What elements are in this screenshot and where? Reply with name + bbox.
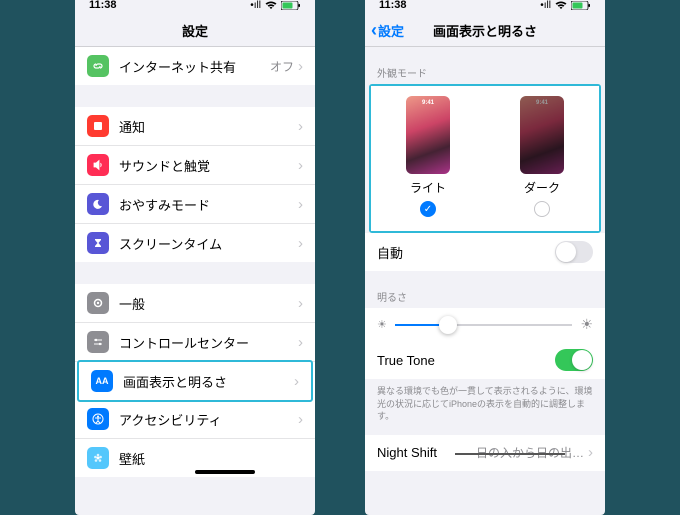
accessibility-icon [87,408,109,430]
row-wallpaper[interactable]: 壁紙 [75,439,315,477]
signal-icon: •ıll [250,0,261,11]
chevron-right-icon: › [298,157,303,174]
row-label: コントロールセンター [119,333,298,352]
row-general[interactable]: 一般 › [75,284,315,323]
brightness-slider[interactable] [395,324,573,326]
group-auto: 自動 [365,233,605,271]
text-size-icon: AA [91,370,113,392]
row-label: アクセシビリティ [119,410,298,429]
row-label: インターネット共有 [119,57,270,76]
brightness-slider-row: ☀︎ ☀︎ [365,308,605,341]
back-button[interactable]: ‹ 設定 [371,20,404,41]
moon-icon [87,193,109,215]
brightness-high-icon: ☀︎ [580,316,593,333]
battery-icon [571,1,591,10]
chevron-right-icon: › [298,58,303,75]
row-label: 自動 [377,243,555,262]
group-notifications: 通知 › サウンドと触覚 › おやすみモード › スクリーンタイム › [75,107,315,262]
row-notifications[interactable]: 通知 › [75,107,315,146]
row-label: サウンドと触覚 [119,156,298,175]
row-do-not-disturb[interactable]: おやすみモード › [75,185,315,224]
dark-label: ダーク [524,179,560,196]
chevron-right-icon: › [298,334,303,351]
brightness-low-icon: ☀︎ [377,318,387,331]
slider-knob[interactable] [439,316,457,334]
row-label: 画面表示と明るさ [123,372,294,391]
page-title: 画面表示と明るさ [433,21,537,40]
appearance-header: 外観モード [365,47,605,84]
row-label: 一般 [119,294,298,313]
true-tone-toggle[interactable] [555,349,593,371]
radio-selected-icon: ✓ [420,201,436,217]
auto-toggle[interactable] [555,241,593,263]
row-screen-time[interactable]: スクリーンタイム › [75,224,315,262]
row-label: おやすみモード [119,195,298,214]
sliders-icon [87,331,109,353]
radio-unselected-icon [534,201,550,217]
status-icons: •ıll [540,0,591,11]
wifi-icon [555,1,567,10]
chevron-left-icon: ‹ [371,20,377,41]
brightness-header: 明るさ [365,271,605,308]
chevron-right-icon: › [298,295,303,312]
gear-icon [87,292,109,314]
status-time: 11:38 [379,0,407,11]
settings-screen: 11:38 •ıll 設定 インターネット共有 オフ › 通知 › [75,0,315,515]
flower-icon [87,447,109,469]
row-value: オフ [270,58,294,75]
row-label: True Tone [377,353,555,368]
row-night-shift[interactable]: Night Shift 日の入から日の出… › [365,435,605,471]
status-bar: 11:38 •ıll [365,0,605,15]
back-label: 設定 [378,21,404,40]
row-display-brightness[interactable]: AA 画面表示と明るさ › [77,360,313,402]
nav-header: 設定 [75,15,315,47]
row-control-center[interactable]: コントロールセンター › [75,323,315,362]
speaker-icon [87,154,109,176]
chevron-right-icon: › [298,196,303,213]
appearance-highlight: ライト ✓ ダーク [369,84,601,233]
hourglass-icon [87,232,109,254]
strikethrough-decoration [455,453,565,455]
true-tone-description: 異なる環境でも色が一貫して表示されるように、環境光の状況に応じてiPhoneの表… [365,379,605,435]
group-hotspot: インターネット共有 オフ › [75,47,315,85]
row-accessibility[interactable]: アクセシビリティ › [75,400,315,439]
status-bar: 11:38 •ıll [75,0,315,15]
square-icon [87,115,109,137]
row-true-tone[interactable]: True Tone [365,341,605,379]
group-general: 一般 › コントロールセンター › AA 画面表示と明るさ › アクセシビリティ… [75,284,315,477]
battery-icon [281,1,301,10]
page-title: 設定 [182,21,208,40]
status-icons: •ıll [250,0,301,11]
signal-icon: •ıll [540,0,551,11]
home-indicator [195,470,255,474]
light-preview [406,96,450,174]
row-label: 通知 [119,117,298,136]
row-label: 壁紙 [119,449,303,468]
row-label: スクリーンタイム [119,234,298,253]
row-personal-hotspot[interactable]: インターネット共有 オフ › [75,47,315,85]
chevron-right-icon: › [588,444,593,461]
display-brightness-screen: 11:38 •ıll ‹ 設定 画面表示と明るさ 外観モード ライト ✓ ダーク [365,0,605,515]
chevron-right-icon: › [298,411,303,428]
appearance-light-option[interactable]: ライト ✓ [406,96,450,217]
chevron-right-icon: › [294,373,299,390]
dark-preview [520,96,564,174]
wifi-icon [265,1,277,10]
light-label: ライト [410,179,446,196]
nav-header: ‹ 設定 画面表示と明るさ [365,15,605,47]
chevron-right-icon: › [298,118,303,135]
group-night-shift: Night Shift 日の入から日の出… › [365,435,605,471]
appearance-dark-option[interactable]: ダーク [520,96,564,217]
group-brightness: ☀︎ ☀︎ True Tone [365,308,605,379]
status-time: 11:38 [89,0,117,11]
row-sounds-haptics[interactable]: サウンドと触覚 › [75,146,315,185]
link-icon [87,55,109,77]
row-automatic[interactable]: 自動 [365,233,605,271]
appearance-picker: ライト ✓ ダーク [371,86,599,231]
chevron-right-icon: › [298,235,303,252]
